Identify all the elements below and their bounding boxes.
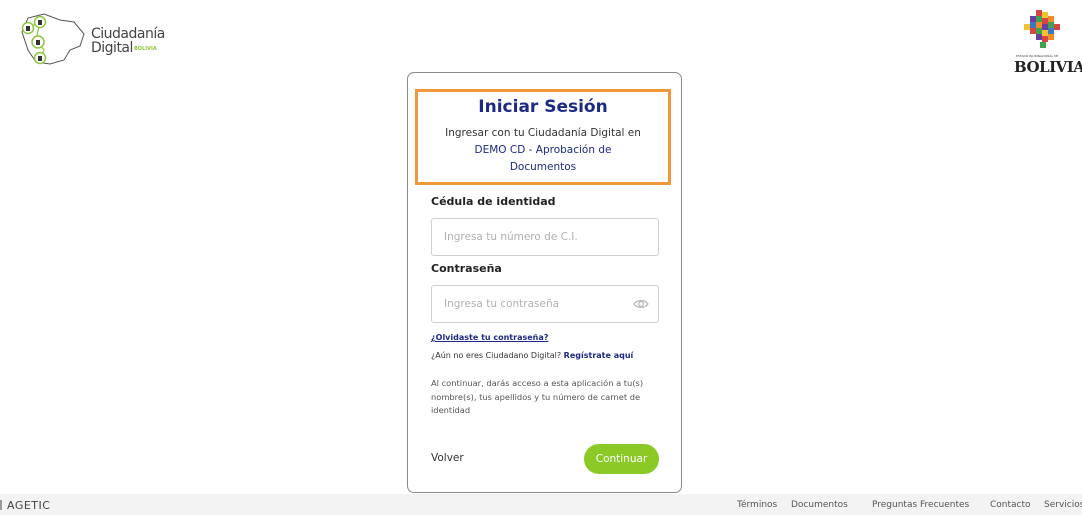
- login-header-highlight: Iniciar Sesión Ingresar con tu Ciudadaní…: [415, 89, 671, 185]
- agetic-logo-icon: [0, 500, 2, 510]
- cd-logo-line2: Digital: [91, 40, 133, 56]
- not-citizen-text: ¿Aún no eres Ciudadano Digital?: [431, 351, 562, 360]
- back-button[interactable]: Volver: [431, 452, 464, 464]
- footer: AGETIC Términos Documentos Preguntas Fre…: [0, 494, 1082, 515]
- consent-notice: Al continuar, darás acceso a esta aplica…: [431, 378, 644, 415]
- password-label: Contraseña: [431, 262, 502, 275]
- eye-icon[interactable]: [633, 297, 649, 311]
- login-title: Iniciar Sesión: [478, 97, 608, 117]
- ciudadania-digital-logo[interactable]: Ciudadanía Digital BOLIVIA: [14, 10, 174, 68]
- cd-logo-badge: BOLIVIA: [134, 46, 157, 52]
- footer-link-servicios[interactable]: Servicios: [1044, 500, 1082, 510]
- agetic-text: AGETIC: [7, 499, 51, 512]
- ci-field[interactable]: [431, 218, 659, 256]
- continue-button[interactable]: Continuar: [584, 444, 659, 474]
- bolivia-coat-of-arms-icon: [1024, 10, 1060, 48]
- login-subtitle-prefix: Ingresar con tu Ciudadanía Digital en: [445, 127, 641, 139]
- bolivia-map-network-icon: [21, 13, 85, 65]
- agetic-brand[interactable]: AGETIC: [0, 499, 50, 512]
- login-subtitle: Ingresar con tu Ciudadanía Digital en DE…: [444, 125, 642, 176]
- footer-link-terminos[interactable]: Términos: [737, 500, 777, 510]
- footer-link-preguntas[interactable]: Preguntas Frecuentes: [872, 500, 969, 510]
- bolivia-logo: ESTADO PLURINACIONAL DE BOLIVIA: [1010, 10, 1082, 76]
- forgot-password-link[interactable]: ¿Olvidaste tu contraseña?: [431, 333, 548, 342]
- ci-label: Cédula de identidad: [431, 195, 556, 208]
- login-card: Iniciar Sesión Ingresar con tu Ciudadaní…: [407, 72, 682, 493]
- footer-link-contacto[interactable]: Contacto: [990, 500, 1031, 510]
- login-page: Ciudadanía Digital BOLIVIA ESTADO PLURIN…: [0, 0, 1082, 515]
- footer-link-documentos[interactable]: Documentos: [791, 500, 848, 510]
- ci-input[interactable]: [433, 220, 623, 254]
- bolivia-logo-word: BOLIVIA: [1014, 58, 1082, 76]
- password-input[interactable]: [433, 287, 623, 321]
- register-line: ¿Aún no eres Ciudadano Digital? Regístra…: [431, 351, 633, 360]
- password-field[interactable]: [431, 285, 659, 323]
- register-link[interactable]: Regístrate aquí: [564, 351, 634, 360]
- app-name: DEMO CD - Aprobación de Documentos: [474, 144, 612, 173]
